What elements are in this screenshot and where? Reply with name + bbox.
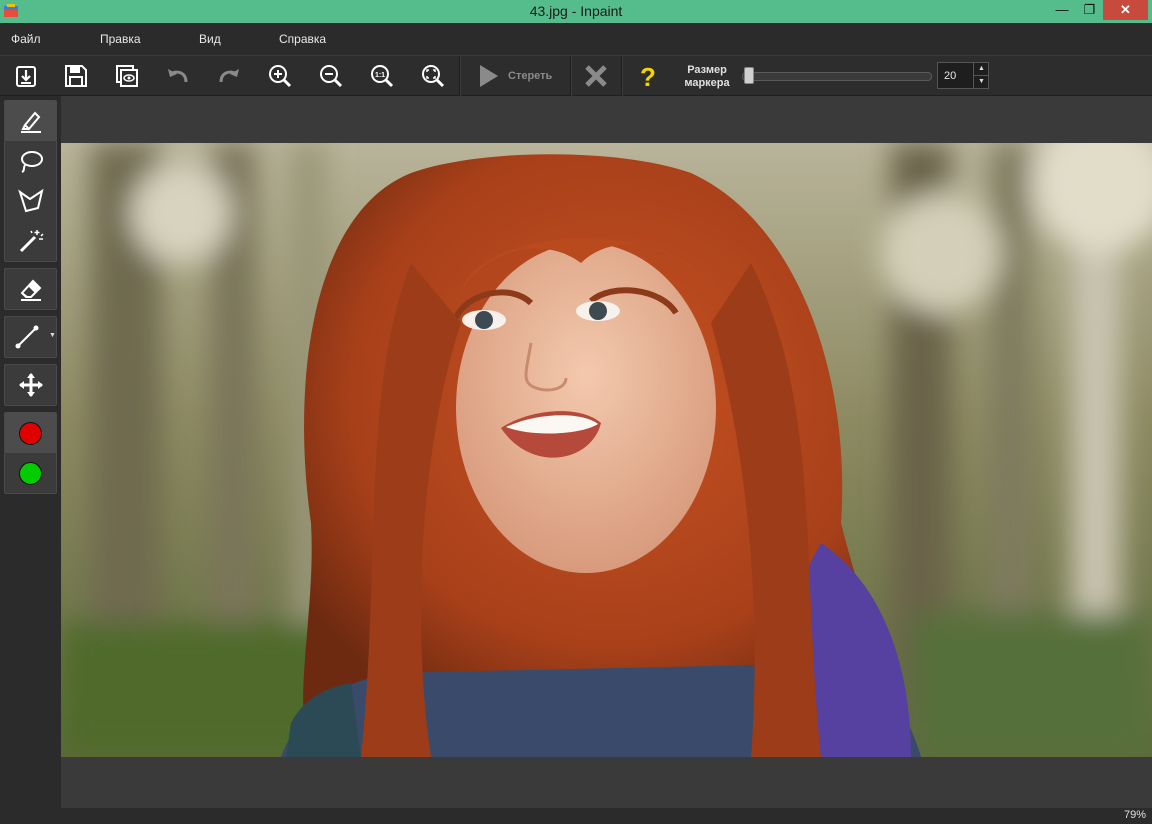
move-icon bbox=[18, 373, 43, 397]
undo-button[interactable] bbox=[160, 59, 196, 93]
preview-icon bbox=[116, 65, 138, 87]
spin-up-button[interactable]: ▲ bbox=[973, 63, 989, 75]
minimize-button[interactable]: — bbox=[1048, 0, 1076, 20]
line-icon bbox=[15, 325, 39, 349]
window-title: 43.jpg - Inpaint bbox=[529, 3, 623, 19]
line-tool[interactable] bbox=[5, 317, 49, 357]
title-bar: 43.jpg - Inpaint — ❐ ✕ bbox=[0, 0, 1152, 23]
move-tool[interactable] bbox=[5, 365, 56, 405]
zoom-actual-icon: 1:1 bbox=[371, 65, 394, 88]
play-icon bbox=[480, 65, 498, 87]
marker-size-slider-thumb[interactable] bbox=[744, 67, 754, 84]
eraser-tool[interactable] bbox=[5, 269, 56, 309]
polygon-lasso-icon bbox=[17, 188, 44, 213]
zoom-out-button[interactable] bbox=[313, 59, 349, 93]
line-tool-group: ▼ bbox=[4, 316, 57, 358]
selection-tools bbox=[4, 100, 57, 262]
zoom-fit-icon bbox=[422, 65, 445, 88]
menu-file[interactable]: Файл bbox=[11, 32, 41, 46]
green-circle-icon bbox=[19, 461, 42, 485]
zoom-out-icon bbox=[320, 65, 343, 88]
color-tools bbox=[4, 412, 57, 494]
maximize-button[interactable]: ❐ bbox=[1076, 0, 1103, 20]
spin-down-button[interactable]: ▼ bbox=[973, 75, 989, 88]
red-circle-icon bbox=[19, 421, 42, 445]
toolbar-separator bbox=[459, 56, 461, 96]
zoom-in-button[interactable] bbox=[262, 59, 298, 93]
zoom-level: 79% bbox=[1123, 809, 1146, 821]
keep-color-button[interactable] bbox=[5, 453, 56, 493]
svg-text:1:1: 1:1 bbox=[375, 72, 385, 79]
preview-button[interactable] bbox=[109, 59, 145, 93]
lasso-tool[interactable] bbox=[5, 141, 56, 181]
marker-size-label-line1: Размер bbox=[687, 64, 727, 76]
line-tool-dropdown-arrow[interactable]: ▼ bbox=[49, 332, 56, 339]
magic-wand-tool[interactable] bbox=[5, 221, 56, 261]
open-icon bbox=[16, 66, 36, 87]
save-icon bbox=[65, 65, 87, 87]
erase-button[interactable] bbox=[470, 59, 506, 93]
zoom-in-icon bbox=[269, 65, 292, 88]
marker-size-spinbox[interactable]: 20 ▲ ▼ bbox=[937, 62, 989, 89]
magic-wand-icon bbox=[19, 230, 44, 253]
marker-size-label: Размер маркера bbox=[676, 64, 738, 90]
undo-icon bbox=[168, 69, 188, 83]
redo-button[interactable] bbox=[211, 59, 247, 93]
polygon-lasso-tool[interactable] bbox=[5, 181, 56, 221]
remove-color-button[interactable] bbox=[5, 413, 56, 453]
marker-size-label-line2: маркера bbox=[684, 77, 730, 89]
marker-size-slider[interactable] bbox=[742, 72, 932, 81]
tool-palette: ▼ bbox=[0, 96, 61, 808]
close-button[interactable]: ✕ bbox=[1103, 0, 1148, 20]
marker-icon bbox=[20, 111, 41, 133]
toolbar: 1:1 Стереть ? Размер маркера 20 ▲ ▼ bbox=[0, 55, 1152, 96]
cancel-button[interactable] bbox=[578, 59, 614, 93]
menu-edit[interactable]: Правка bbox=[100, 32, 141, 46]
erase-label[interactable]: Стереть bbox=[508, 70, 552, 82]
cancel-icon bbox=[585, 65, 607, 87]
zoom-actual-button[interactable]: 1:1 bbox=[364, 59, 400, 93]
help-icon: ? bbox=[640, 62, 656, 90]
marker-size-value[interactable]: 20 bbox=[944, 70, 956, 82]
menu-view[interactable]: Вид bbox=[199, 32, 221, 46]
zoom-fit-button[interactable] bbox=[415, 59, 451, 93]
photo-canvas[interactable] bbox=[61, 143, 1152, 757]
status-bar: 79% bbox=[0, 808, 1152, 824]
marker-tool[interactable] bbox=[5, 101, 56, 141]
redo-icon bbox=[219, 69, 239, 83]
lasso-icon bbox=[20, 151, 43, 173]
eraser-tool-group bbox=[4, 268, 57, 310]
menu-bar: Файл Правка Вид Справка bbox=[0, 23, 1152, 55]
help-button[interactable]: ? bbox=[630, 59, 666, 93]
save-button[interactable] bbox=[58, 59, 94, 93]
toolbar-separator bbox=[570, 56, 572, 96]
open-button[interactable] bbox=[8, 59, 44, 93]
portrait-photo[interactable] bbox=[61, 143, 1152, 757]
svg-text:?: ? bbox=[640, 62, 656, 90]
toolbar-separator bbox=[621, 56, 623, 96]
eraser-icon bbox=[20, 279, 41, 301]
menu-help[interactable]: Справка bbox=[279, 32, 326, 46]
move-tool-group bbox=[4, 364, 57, 406]
